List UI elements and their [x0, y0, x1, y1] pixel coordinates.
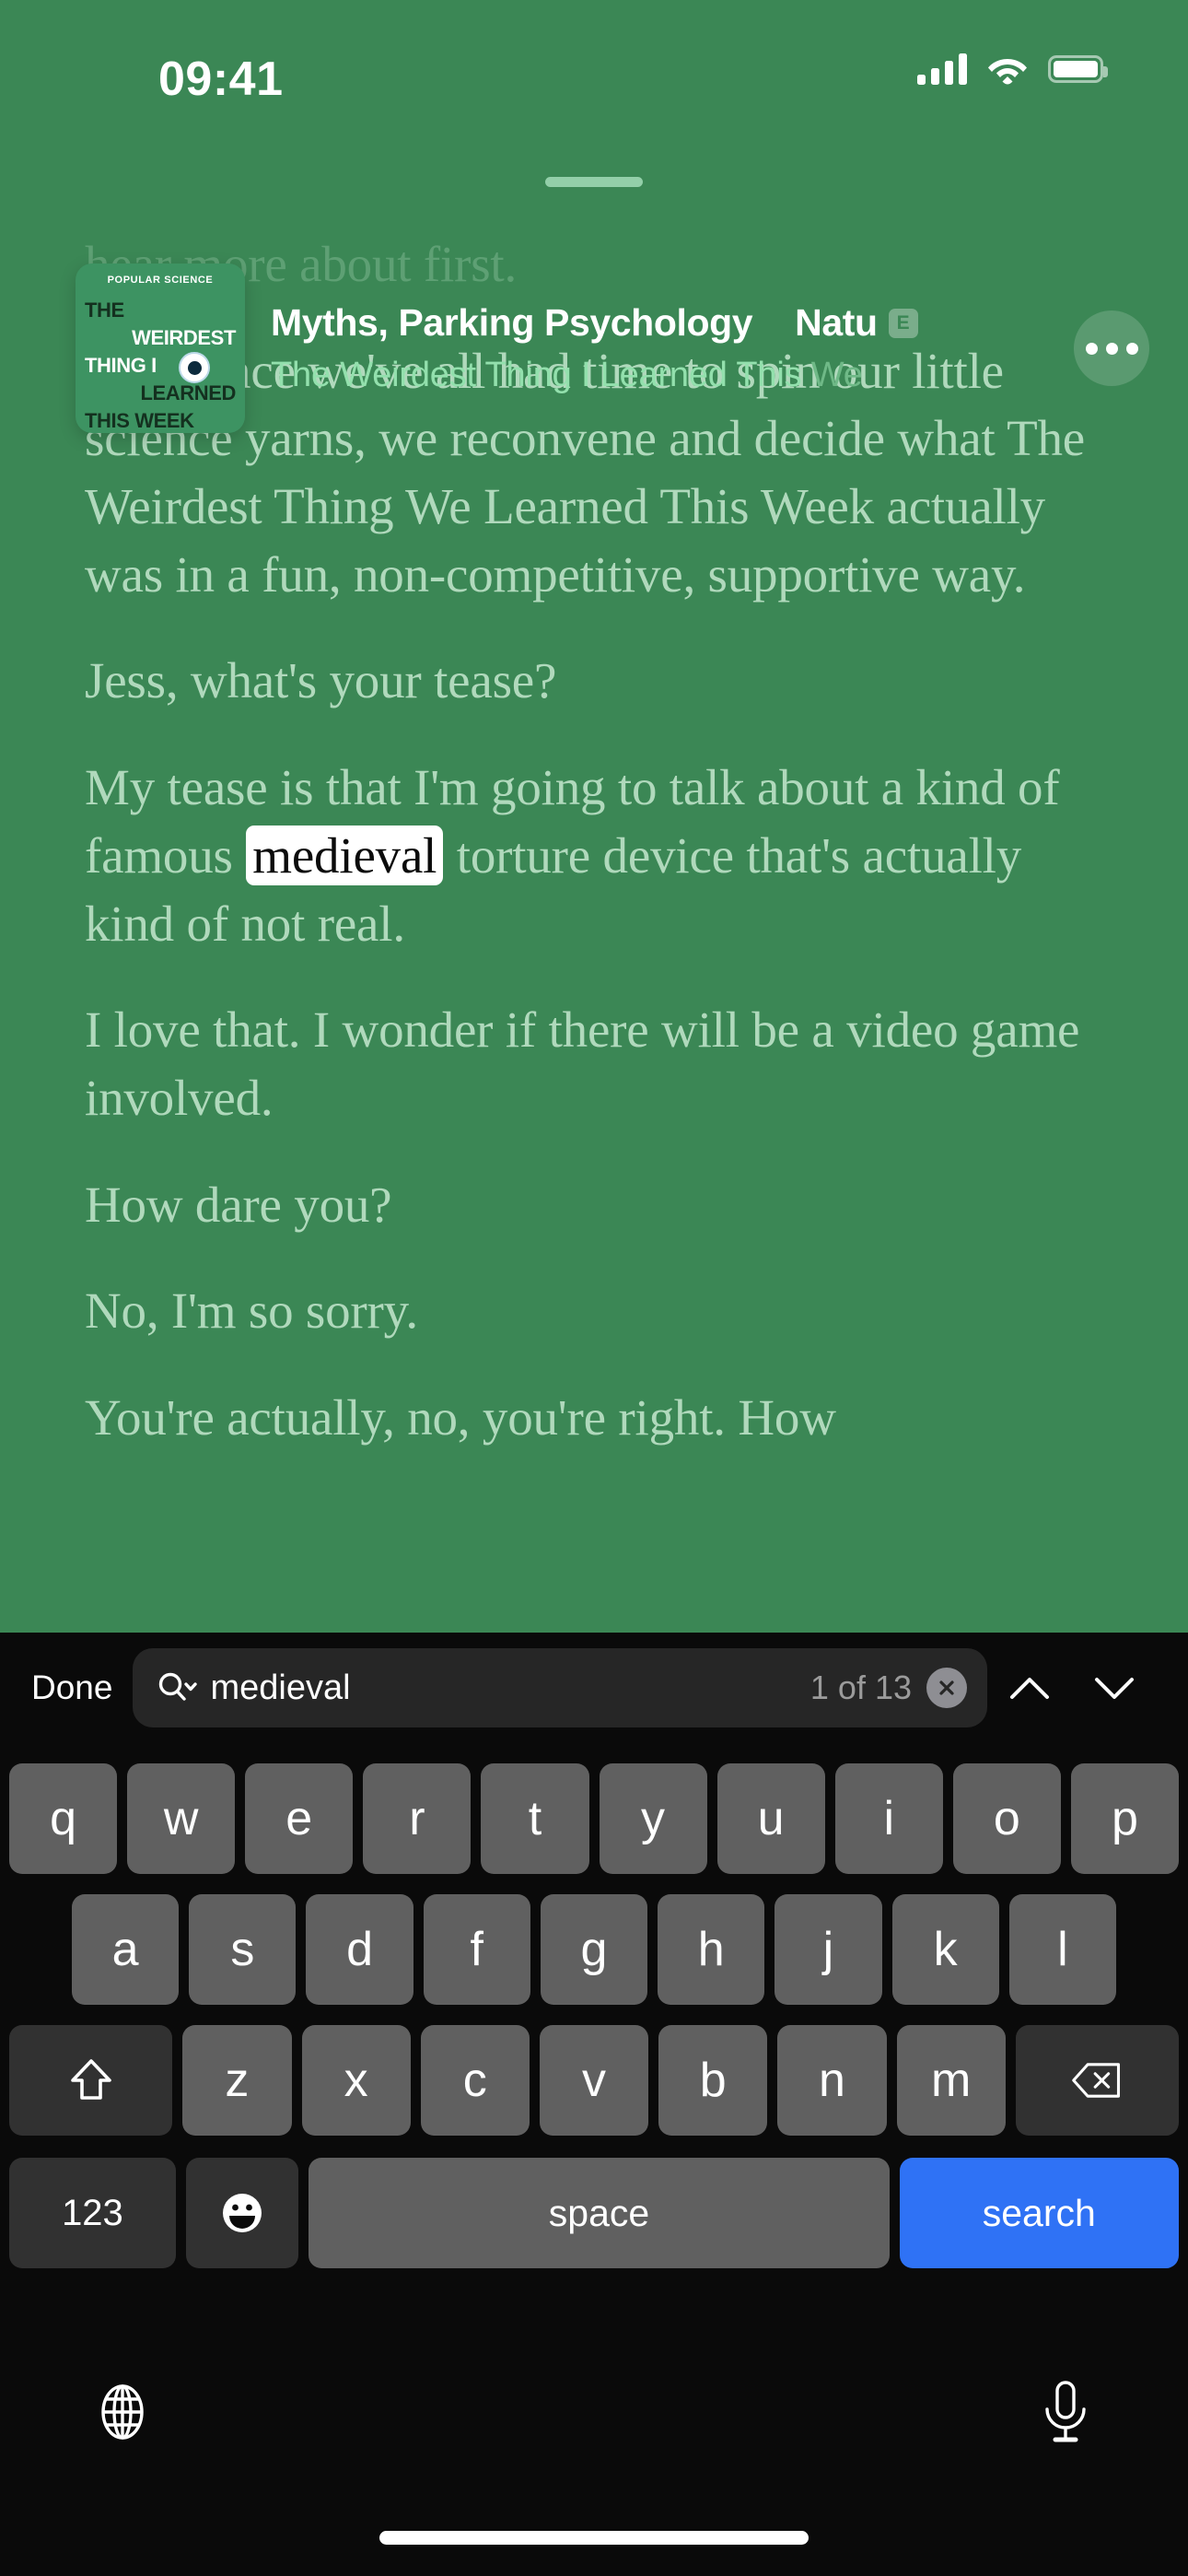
- on-screen-keyboard[interactable]: q w e r t y u i o p a s d f g h j k l z …: [0, 1743, 1188, 2576]
- globe-key[interactable]: [88, 2378, 157, 2446]
- key-m[interactable]: m: [896, 2025, 1006, 2136]
- transcript-paragraph[interactable]: I love that. I wonder if there will be a…: [0, 996, 1188, 1131]
- key-i[interactable]: i: [834, 1763, 943, 1874]
- podcast-artwork[interactable]: POPULAR SCIENCE THE WEIRDEST THING I LEA…: [76, 263, 245, 433]
- key-j[interactable]: j: [775, 1894, 882, 2005]
- key-g[interactable]: g: [540, 1894, 648, 2005]
- transcript-paragraph[interactable]: No, I'm so sorry.: [0, 1277, 1188, 1345]
- key-k[interactable]: k: [891, 1894, 999, 2005]
- space-key[interactable]: space: [309, 2158, 890, 2268]
- key-v[interactable]: v: [539, 2025, 649, 2136]
- key-a[interactable]: a: [72, 1894, 180, 2005]
- key-d[interactable]: d: [306, 1894, 413, 2005]
- status-time: 09:41: [158, 53, 284, 106]
- microphone-icon: [1045, 2381, 1086, 2442]
- clear-glyph: [939, 1680, 954, 1695]
- explicit-badge: E: [888, 308, 918, 338]
- eyeball-icon: [179, 352, 210, 383]
- key-u[interactable]: u: [716, 1763, 825, 1874]
- delete-backward-icon: [1072, 2063, 1121, 2098]
- shift-key[interactable]: [9, 2025, 173, 2136]
- key-o[interactable]: o: [952, 1763, 1061, 1874]
- key-n[interactable]: n: [777, 2025, 887, 2136]
- key-z[interactable]: z: [182, 2025, 292, 2136]
- done-button[interactable]: Done: [31, 1669, 112, 1707]
- now-playing-text-block[interactable]: Myths, Parking Psychology Natu E The Wei…: [271, 301, 1068, 395]
- keyboard-row-1: q w e r t y u i o p: [0, 1763, 1188, 1874]
- ellipsis-dot-icon: [1085, 342, 1098, 355]
- key-r[interactable]: r: [363, 1763, 472, 1874]
- key-p[interactable]: p: [1070, 1763, 1179, 1874]
- show-name-truncated: We: [810, 356, 863, 394]
- ellipsis-dot-icon: [1105, 342, 1118, 355]
- key-x[interactable]: x: [301, 2025, 411, 2136]
- emoji-key[interactable]: [185, 2158, 299, 2268]
- wifi-icon: [988, 59, 1027, 85]
- key-y[interactable]: y: [599, 1763, 707, 1874]
- keyboard-bottom-bar: [0, 2357, 1188, 2467]
- more-options-button[interactable]: [1074, 310, 1149, 386]
- shift-arrow-icon: [70, 2059, 111, 2100]
- artwork-line-3: THING I: [85, 354, 157, 377]
- search-return-key[interactable]: search: [899, 2158, 1179, 2268]
- now-playing-header[interactable]: POPULAR SCIENCE THE WEIRDEST THING I LEA…: [0, 251, 1188, 446]
- search-input-field[interactable]: medieval 1 of 13: [133, 1648, 987, 1727]
- transcript-paragraph-with-match[interactable]: My tease is that I'm going to talk about…: [0, 754, 1188, 957]
- ellipsis-dot-icon: [1125, 342, 1138, 355]
- transcript-fade-overlay: [0, 1575, 1188, 1631]
- battery-icon: [1048, 55, 1108, 83]
- key-l[interactable]: l: [1008, 1894, 1116, 2005]
- key-h[interactable]: h: [658, 1894, 765, 2005]
- show-name-text: The Weirdest Thing I Learned This: [271, 356, 811, 394]
- artwork-line-4: LEARNED: [140, 381, 236, 404]
- transcript-paragraph[interactable]: Jess, what's your tease?: [0, 647, 1188, 715]
- cellular-signal-icon: [917, 53, 967, 85]
- status-bar: 09:41: [0, 0, 1188, 111]
- episode-title-row: Myths, Parking Psychology Natu E: [271, 301, 1068, 345]
- clear-x-icon[interactable]: [926, 1668, 967, 1708]
- previous-match-button[interactable]: [987, 1645, 1072, 1730]
- dictation-key[interactable]: [1031, 2378, 1100, 2446]
- numeric-mode-key[interactable]: 123: [9, 2158, 176, 2268]
- transcript-paragraph[interactable]: You're actually, no, you're right. How: [0, 1384, 1188, 1452]
- sheet-grabber[interactable]: [545, 177, 643, 187]
- keyboard-row-2: a s d f g h j k l: [0, 1894, 1188, 2005]
- key-s[interactable]: s: [189, 1894, 297, 2005]
- key-w[interactable]: w: [127, 1763, 236, 1874]
- status-icons: [917, 53, 1108, 85]
- artwork-line-5: THIS WEEK: [85, 409, 194, 432]
- find-bar: Done medieval 1 of 13: [0, 1633, 1188, 1743]
- chevron-down-icon: [1095, 1678, 1134, 1699]
- artwork-brand: POPULAR SCIENCE: [107, 275, 214, 286]
- chevron-up-icon: [1010, 1678, 1049, 1699]
- key-b[interactable]: b: [658, 2025, 768, 2136]
- delete-key[interactable]: [1015, 2025, 1180, 2136]
- magnifier-chevron-icon[interactable]: [157, 1669, 198, 1706]
- artwork-line-2: WEIRDEST: [132, 326, 236, 349]
- next-match-button[interactable]: [1072, 1645, 1157, 1730]
- globe-icon: [101, 2384, 144, 2440]
- key-t[interactable]: t: [481, 1763, 589, 1874]
- key-f[interactable]: f: [423, 1894, 530, 2005]
- key-c[interactable]: c: [420, 2025, 530, 2136]
- key-e[interactable]: e: [245, 1763, 354, 1874]
- episode-title-continued: Natu: [795, 301, 878, 344]
- search-match-highlight[interactable]: medieval: [246, 825, 444, 885]
- artwork-line-1: THE: [85, 299, 124, 322]
- emoji-smiley-icon: [223, 2194, 262, 2232]
- keyboard-row-3: z x c v b n m: [0, 2025, 1188, 2136]
- show-name: The Weirdest Thing I Learned This We: [271, 356, 1068, 395]
- transcript-paragraph[interactable]: How dare you?: [0, 1171, 1188, 1239]
- result-count-label: 1 of 13: [809, 1669, 912, 1706]
- keyboard-row-4: 123 space search: [0, 2158, 1188, 2268]
- search-query-text[interactable]: medieval: [210, 1669, 809, 1708]
- episode-title: Myths, Parking Psychology: [271, 301, 753, 344]
- key-q[interactable]: q: [9, 1763, 118, 1874]
- home-indicator[interactable]: [379, 2531, 809, 2545]
